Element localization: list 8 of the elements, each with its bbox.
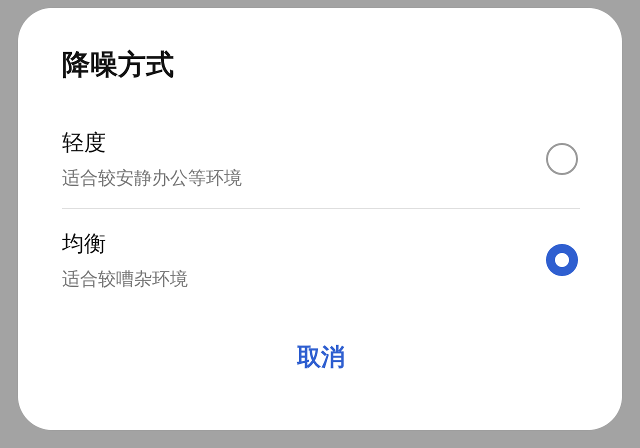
radio-button[interactable] bbox=[546, 244, 578, 276]
dialog-title: 降噪方式 bbox=[62, 47, 175, 83]
radio-button[interactable] bbox=[546, 143, 578, 175]
option-description: 适合较嘈杂环境 bbox=[62, 268, 188, 291]
option-label: 均衡 bbox=[62, 231, 107, 259]
cancel-button[interactable]: 取消 bbox=[285, 335, 357, 379]
option-description: 适合较安静办公等环境 bbox=[62, 167, 242, 190]
option-label: 轻度 bbox=[62, 130, 107, 158]
